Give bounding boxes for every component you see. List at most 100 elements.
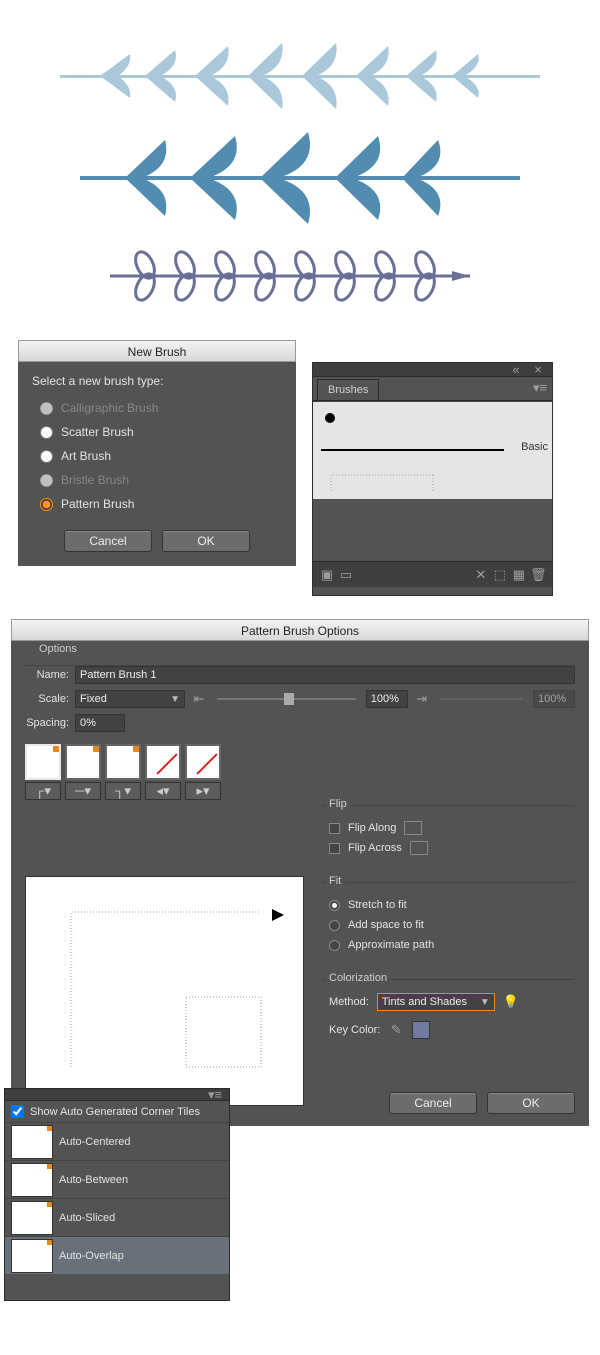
flip-across-label: Flip Across [348, 842, 402, 854]
radio-pattern-label: Pattern Brush [61, 497, 134, 511]
method-select[interactable]: Tints and Shades▼ [377, 993, 495, 1011]
brush-dot-swatch [319, 407, 341, 429]
scale-link-left-icon[interactable]: ⇤ [191, 691, 207, 707]
popup-menu-icon[interactable]: ▾≡ [207, 1087, 223, 1103]
remove-stroke-icon[interactable]: ✕ [473, 567, 489, 583]
spacing-field[interactable] [75, 714, 125, 732]
tile-side[interactable] [65, 744, 101, 780]
show-auto-corners-label: Show Auto Generated Corner Tiles [30, 1106, 200, 1118]
new-brush-icon[interactable]: ▦ [511, 567, 527, 583]
scale-value-field[interactable] [366, 690, 408, 708]
canvas-artwork [0, 0, 600, 340]
radio-calligraphic: Calligraphic Brush [40, 396, 282, 420]
corner-thumb [11, 1239, 53, 1273]
show-auto-corners-row[interactable]: Show Auto Generated Corner Tiles [5, 1101, 229, 1122]
section-fit: Fit Stretch to fit Add space to fit Appr… [321, 882, 574, 971]
corner-item-auto-between[interactable]: Auto-Between [5, 1160, 229, 1198]
scale-value-2-field [533, 690, 575, 708]
corner-item-auto-overlap[interactable]: Auto-Overlap [5, 1236, 229, 1274]
tab-brushes[interactable]: Brushes [317, 379, 379, 400]
delete-brush-icon[interactable]: 🗑 [530, 567, 546, 583]
fit-stretch-row[interactable]: Stretch to fit [329, 895, 566, 915]
pbo-ok-button[interactable]: OK [487, 1092, 575, 1114]
artwork-svg [0, 0, 600, 340]
radio-art-label: Art Brush [61, 449, 111, 463]
fit-approx-radio[interactable] [329, 940, 340, 951]
flip-along-icon [404, 821, 422, 835]
dialog-title: New Brush [18, 340, 296, 362]
tile-outer-corner[interactable] [25, 744, 61, 780]
corner-thumb [11, 1125, 53, 1159]
corner-item-label: Auto-Overlap [59, 1250, 124, 1262]
eyedropper-icon[interactable]: ✎ [388, 1022, 404, 1038]
brush-libraries-icon[interactable]: ▣ [319, 567, 335, 583]
tile-start[interactable] [145, 744, 181, 780]
show-auto-corners-checkbox[interactable] [11, 1105, 24, 1118]
brush-options-icon[interactable]: ⬚ [492, 567, 508, 583]
tile-end-menu[interactable]: ▸▾ [185, 782, 221, 800]
fit-stretch-radio[interactable] [329, 900, 340, 911]
brush-list-empty-area [313, 499, 552, 561]
tile-inner-corner[interactable] [105, 744, 141, 780]
fit-space-row[interactable]: Add space to fit [329, 915, 566, 935]
scale-slider-2 [440, 698, 523, 700]
radio-pattern[interactable]: Pattern Brush [40, 492, 282, 516]
brush-library-menu-icon[interactable]: ▭ [338, 567, 354, 583]
close-panel-icon[interactable]: × [530, 362, 546, 378]
key-color-swatch[interactable] [412, 1021, 430, 1039]
section-colorization: Colorization Method: Tints and Shades▼ 💡… [321, 979, 574, 1056]
brush-item-round[interactable] [313, 401, 552, 433]
corner-item-label: Auto-Between [59, 1174, 128, 1186]
tips-icon[interactable]: 💡 [503, 994, 519, 1010]
pattern-brush-thumb [313, 467, 533, 499]
radio-calligraphic-input [40, 402, 53, 415]
pattern-preview [25, 876, 304, 1106]
tile-arrow-row: ┌▾ ─▾ ┐▾ ◂▾ ▸▾ [25, 782, 575, 800]
fit-space-radio[interactable] [329, 920, 340, 931]
radio-calligraphic-label: Calligraphic Brush [61, 401, 158, 415]
flip-along-label: Flip Along [348, 822, 396, 834]
tile-start-menu[interactable]: ◂▾ [145, 782, 181, 800]
scale-mode-select[interactable]: Fixed▼ [75, 690, 185, 708]
panel-collapse-bar[interactable]: « × [313, 363, 552, 377]
fit-space-label: Add space to fit [348, 919, 424, 931]
dialog-pattern-brush-options: Pattern Brush Options Options Name: Scal… [11, 619, 589, 1126]
preview-svg [26, 877, 305, 1107]
pbo-cancel-button[interactable]: Cancel [389, 1092, 477, 1114]
dialog-new-brush: New Brush Select a new brush type: Calli… [18, 340, 296, 566]
flip-across-row[interactable]: Flip Across [329, 838, 566, 858]
section-options-title: Options [35, 643, 81, 655]
tile-outer-corner-menu[interactable]: ┌▾ [25, 782, 61, 800]
flip-along-row[interactable]: Flip Along [329, 818, 566, 838]
brush-item-basic[interactable]: Basic [313, 433, 552, 467]
radio-art[interactable]: Art Brush [40, 444, 282, 468]
corner-thumb [11, 1201, 53, 1235]
ok-button[interactable]: OK [162, 530, 250, 552]
section-colorization-title: Colorization [325, 972, 391, 984]
fit-approx-row[interactable]: Approximate path [329, 935, 566, 955]
corner-thumb [11, 1163, 53, 1197]
corner-item-auto-centered[interactable]: Auto-Centered [5, 1122, 229, 1160]
brush-item-pattern[interactable] [313, 467, 552, 499]
corner-item-auto-sliced[interactable]: Auto-Sliced [5, 1198, 229, 1236]
tile-inner-corner-menu[interactable]: ┐▾ [105, 782, 141, 800]
tile-end[interactable] [185, 744, 221, 780]
radio-scatter[interactable]: Scatter Brush [40, 420, 282, 444]
radio-scatter-input[interactable] [40, 426, 53, 439]
radio-bristle-label: Bristle Brush [61, 473, 129, 487]
name-field[interactable] [75, 666, 575, 684]
scale-mode-value: Fixed [80, 693, 107, 705]
radio-pattern-input[interactable] [40, 498, 53, 511]
flip-along-checkbox[interactable] [329, 823, 340, 834]
flip-across-checkbox[interactable] [329, 843, 340, 854]
spacing-label: Spacing: [25, 717, 69, 729]
tile-side-menu[interactable]: ─▾ [65, 782, 101, 800]
new-brush-prompt: Select a new brush type: [32, 374, 282, 388]
scale-slider[interactable] [217, 698, 356, 700]
method-value: Tints and Shades [382, 996, 467, 1008]
cancel-button[interactable]: Cancel [64, 530, 152, 552]
collapse-icon: « [508, 362, 524, 378]
popup-corner-tiles: ▾≡ Show Auto Generated Corner Tiles Auto… [4, 1088, 230, 1301]
radio-art-input[interactable] [40, 450, 53, 463]
panel-menu-icon[interactable]: ▾≡ [532, 380, 548, 396]
